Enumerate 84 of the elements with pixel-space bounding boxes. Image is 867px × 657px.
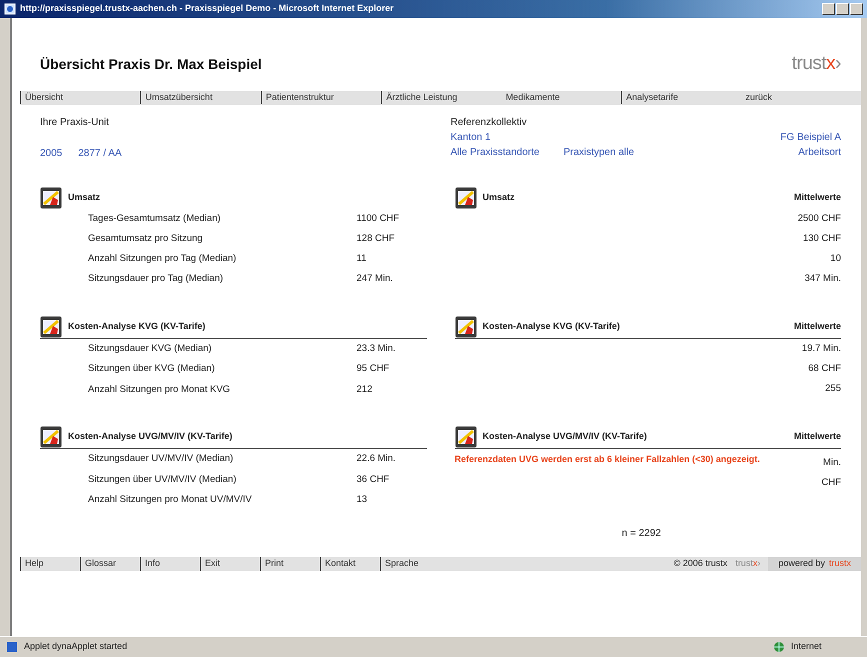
column-header: Mittelwerte: [794, 190, 841, 204]
metric-label: Sitzungen über KVG (Median): [88, 362, 215, 376]
metric-value: 212: [356, 382, 374, 396]
metric-value: 1100 CHF: [356, 212, 400, 226]
reference-value: 10: [830, 252, 841, 266]
chart-icon: [454, 186, 476, 208]
workplace-link[interactable]: Arbeitsort: [798, 144, 841, 160]
powered-brand: trustx: [828, 557, 851, 570]
metric-value: 247 Min.: [356, 272, 394, 286]
metric-label: Anzahl Sitzungen pro Tag (Median): [88, 252, 236, 266]
nav-link[interactable]: Übersicht: [20, 90, 140, 104]
section-title: Kosten-Analyse UVG/MV/IV (KV-Tarife): [68, 430, 232, 443]
metric-value: 22.6 Min.: [356, 452, 397, 466]
copyright-text: © 2006 trustx: [674, 557, 728, 570]
section-title: Kosten-Analyse KVG (KV-Tarife): [68, 320, 206, 333]
region-link[interactable]: Kanton 1: [450, 130, 491, 144]
section-title: Umsatz: [68, 190, 100, 204]
reference-value: 19.7 Min.: [802, 342, 841, 356]
logo: trustx›: [792, 52, 841, 76]
nav-link[interactable]: Analysetarife: [621, 90, 742, 104]
footer-link[interactable]: Sprache: [380, 557, 440, 571]
reference-label: Referenzkollektiv: [450, 116, 528, 130]
nav-link[interactable]: Patientenstruktur: [260, 90, 382, 104]
unit-label: Ihre Praxis-Unit: [40, 116, 110, 130]
footer-link[interactable]: Print: [260, 557, 320, 571]
footer-link[interactable]: Info: [140, 557, 200, 571]
nav-link[interactable]: Medikamente: [502, 90, 622, 104]
page-title: Übersicht Praxis Dr. Max Beispiel: [40, 54, 262, 74]
metric-value: 11: [356, 252, 368, 266]
footer-link[interactable]: Kontakt: [320, 557, 380, 571]
close-button[interactable]: [850, 3, 863, 15]
zone-text: Internet: [791, 640, 823, 654]
browser-icon: [4, 3, 16, 15]
powered-by-text: powered by: [778, 557, 825, 570]
year-link[interactable]: 2005: [40, 146, 62, 160]
metric-label: Anzahl Sitzungen pro Monat KVG: [88, 382, 230, 396]
minimize-button[interactable]: [822, 3, 835, 15]
reference-value: 347 Min.: [804, 272, 841, 286]
metric-value: 23.3 Min.: [356, 342, 397, 356]
reference-value: CHF: [821, 476, 841, 490]
metric-value: 128 CHF: [356, 232, 396, 246]
metric-label: Sitzungsdauer KVG (Median): [88, 342, 212, 356]
section-title: Kosten-Analyse UVG/MV/IV (KV-Tarife): [482, 430, 647, 443]
chart-icon: [40, 426, 62, 448]
reference-value: 68 CHF: [808, 362, 841, 376]
window-title: http://praxisspiegel.trustx-aachen.ch - Praxisspiegel Demo - Microsoft Internet Explorer: [20, 2, 394, 16]
metric-value: 36 CHF: [356, 472, 390, 486]
globe-icon: [773, 641, 785, 653]
metric-value: 13: [356, 492, 368, 507]
nav-link[interactable]: Ärztliche Leistung: [381, 90, 502, 104]
section-title: Umsatz: [482, 190, 515, 204]
footer-link[interactable]: Glossar: [80, 557, 140, 571]
reference-value: 2500 CHF: [798, 212, 841, 226]
status-text: Applet dynaApplet started: [24, 640, 128, 654]
locations-link[interactable]: Alle Praxisstandorte: [450, 144, 540, 160]
metric-label: Tages-Gesamtumsatz (Median): [88, 212, 221, 226]
metric-label: Gesamtumsatz pro Sitzung: [88, 232, 203, 246]
footer-link[interactable]: Help: [20, 557, 80, 571]
metric-label: Sitzungsdauer pro Tag (Median): [88, 272, 224, 286]
metric-label: Sitzungsdauer UV/MV/IV (Median): [88, 452, 234, 466]
reference-value: 255: [825, 382, 841, 396]
column-header: Mittelwerte: [794, 430, 841, 443]
notice-text: Referenzdaten UVG werden erst ab 6 kleiner Fallzahlen (<30) angezeigt.: [454, 452, 761, 466]
chart-icon: [454, 426, 476, 448]
section-title: Kosten-Analyse KVG (KV-Tarife): [482, 320, 620, 333]
reference-value: Min.: [822, 456, 841, 470]
page-icon: [6, 641, 18, 653]
metric-value: 95 CHF: [356, 362, 390, 376]
metric-label: Sitzungen über UV/MV/IV (Median): [88, 472, 236, 486]
chart-icon: [40, 186, 62, 208]
footer-logo: trustx›: [734, 557, 762, 570]
maximize-button[interactable]: [836, 3, 849, 15]
nav-link[interactable]: zurück: [742, 90, 861, 104]
footer-link[interactable]: Exit: [200, 557, 260, 571]
chart-icon: [454, 316, 476, 338]
group-link[interactable]: FG Beispiel A: [780, 130, 841, 144]
column-header: Mittelwerte: [794, 320, 841, 333]
metric-label: Anzahl Sitzungen pro Monat UV/MV/IV: [88, 492, 252, 507]
reference-value: 130 CHF: [802, 232, 841, 246]
nav-link[interactable]: Umsatzübersicht: [140, 90, 261, 104]
types-link[interactable]: Praxistypen alle: [563, 144, 634, 160]
unit-link[interactable]: 2877 / AA: [78, 146, 122, 160]
sample-size: n = 2292: [622, 527, 661, 541]
chart-icon: [40, 316, 62, 338]
